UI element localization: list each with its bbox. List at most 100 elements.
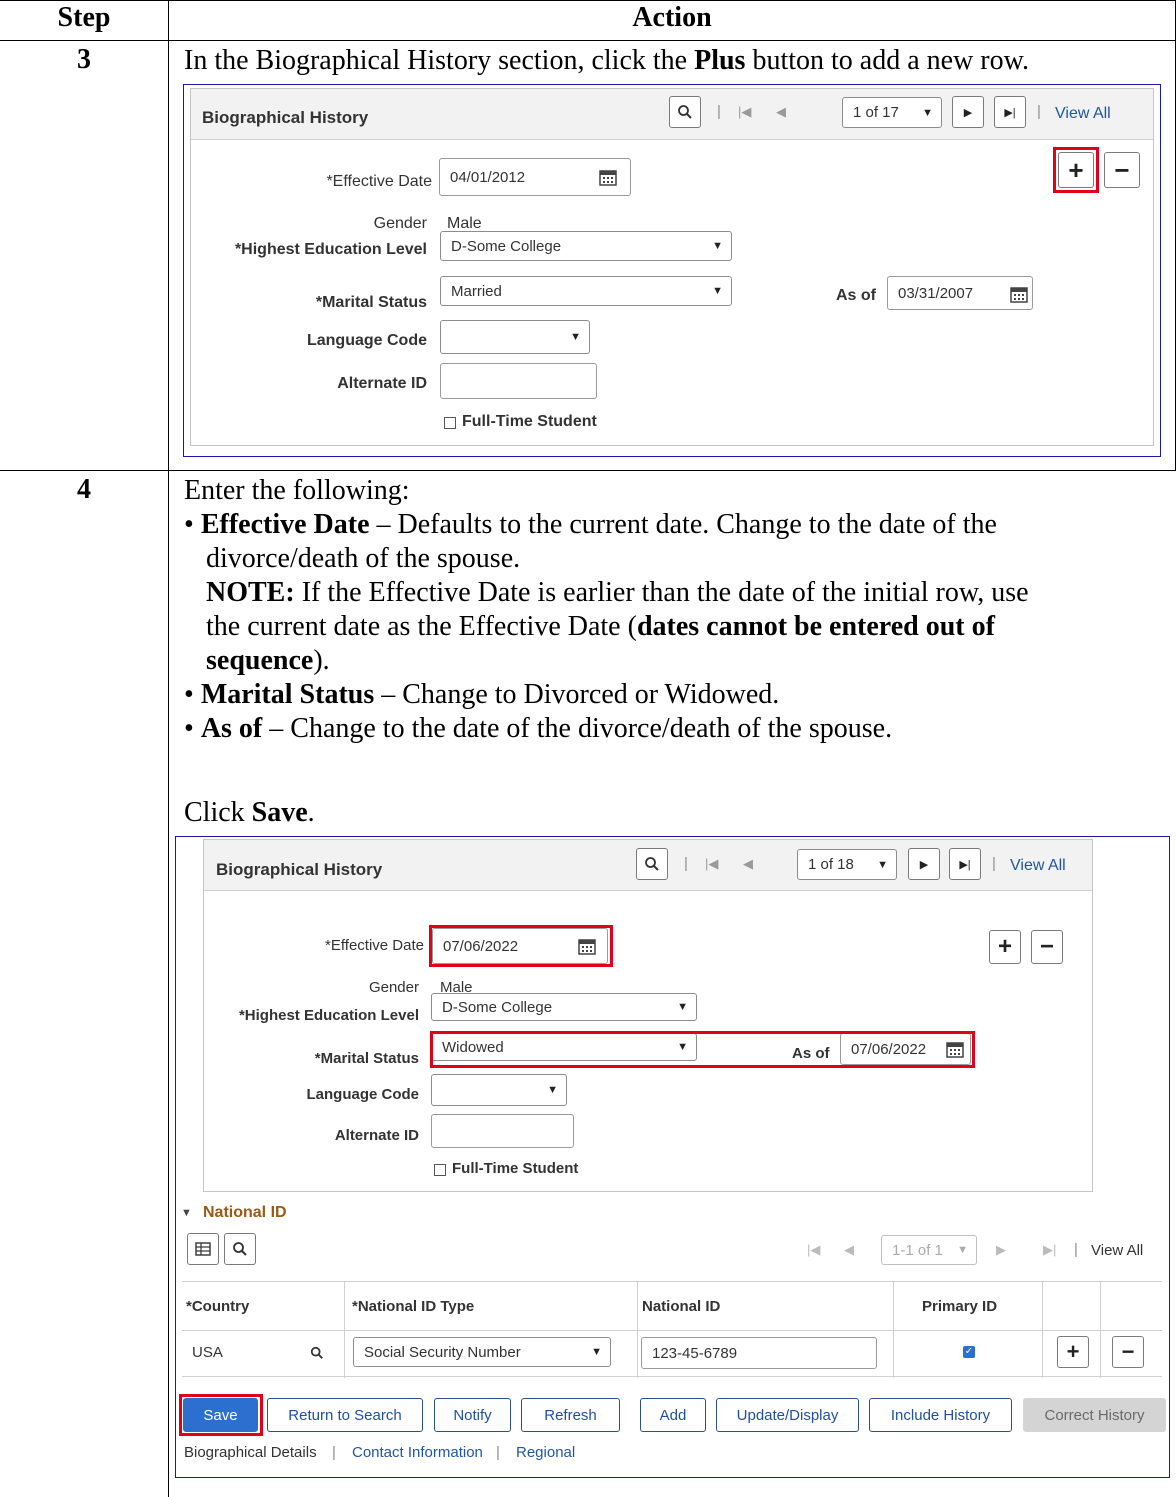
add-row-button[interactable]: + [1057,1336,1089,1368]
previous-row-icon[interactable]: ◀ [844,1242,854,1258]
full-time-student-checkbox[interactable] [434,1164,446,1176]
row-counter-select[interactable]: 1 of 17 ▼ [842,97,942,128]
alternate-id-label: Alternate ID [334,1127,419,1144]
primary-id-column-header: Primary ID [922,1298,998,1315]
nid-view-all-link[interactable]: View All [1091,1242,1143,1259]
national-id-input[interactable]: 123-45-6789 [641,1337,877,1369]
panel-title: Biographical History [216,860,383,879]
full-time-student-checkbox[interactable] [444,417,456,429]
add-row-button[interactable]: + [989,930,1021,964]
refresh-button[interactable]: Refresh [521,1398,620,1432]
separator: | [332,1444,336,1461]
language-code-label: Language Code [306,1086,419,1103]
separator: | [992,855,996,872]
last-row-icon[interactable]: ▶| [1043,1242,1056,1258]
calendar-icon[interactable] [1009,284,1029,304]
previous-row-icon[interactable]: ◀ [743,856,753,872]
step-number-3: 3 [77,44,91,75]
return-to-search-button[interactable]: Return to Search [267,1398,423,1432]
add-button[interactable]: Add [640,1398,706,1432]
as-of-label: As of [836,287,876,304]
view-all-link[interactable]: View All [1055,105,1111,123]
national-id-column-header: National ID [642,1298,721,1315]
last-row-icon[interactable]: ▶| [994,96,1026,128]
highest-education-select[interactable]: D-Some College ▼ [431,993,697,1021]
alternate-id-input[interactable] [440,363,597,399]
biographical-history-panel: Biographical History | |◀ ◀ 1 of 18 ▼ ▶ ▶… [203,839,1093,1192]
delete-row-button[interactable]: − [1031,930,1063,964]
search-icon[interactable] [636,848,668,880]
effective-date-label: *Effective Date [326,173,432,190]
first-row-icon[interactable]: |◀ [738,104,751,120]
note-line-1: NOTE: If the Effective Date is earlier t… [206,577,1029,608]
row-3-bottom-border [0,470,1176,471]
marital-as-of-highlight-box [430,1031,975,1068]
next-row-icon[interactable]: ▶ [908,848,940,880]
bullet-as-of: • As of – Change to the date of the divo… [184,713,893,744]
nid-row-counter-select[interactable]: 1-1 of 1 ▼ [881,1235,977,1265]
header-bottom-border [0,40,1176,41]
previous-row-icon[interactable]: ◀ [776,104,786,120]
national-id-section-title[interactable]: National ID [203,1204,287,1222]
biographical-history-panel: Biographical History | |◀ ◀ 1 of 17 ▼ ▶ ▶… [190,88,1154,446]
next-row-icon[interactable]: ▶ [996,1242,1006,1258]
marital-status-label: *Marital Status [315,294,427,311]
collapse-triangle-icon[interactable]: ▼ [181,1207,192,1219]
click-save-instruction: Click Save. [184,797,315,828]
table-top-border [0,0,1176,1]
country-lookup-icon[interactable] [310,1346,324,1360]
highest-education-label: *Highest Education Level [234,241,427,258]
effective-date-highlight-box [429,925,613,967]
first-row-icon[interactable]: |◀ [807,1242,820,1258]
search-icon[interactable] [224,1233,256,1265]
step-column-header: Step [57,2,111,33]
separator: | [1037,103,1041,120]
calendar-icon[interactable] [598,167,618,187]
next-row-icon[interactable]: ▶ [952,96,984,128]
last-row-icon[interactable]: ▶| [949,848,981,880]
notify-button[interactable]: Notify [434,1398,511,1432]
language-code-select[interactable]: ▼ [431,1074,567,1106]
column-divider [168,0,169,1497]
full-time-student-label: Full-Time Student [452,1160,579,1177]
note-line-2: the current date as the Effective Date (… [206,611,995,642]
effective-date-label: *Effective Date [325,937,424,954]
update-display-button[interactable]: Update/Display [716,1398,859,1432]
separator: | [717,103,721,120]
alternate-id-input[interactable] [431,1114,574,1148]
search-icon[interactable] [669,96,701,128]
separator: | [496,1444,500,1461]
include-history-button[interactable]: Include History [869,1398,1012,1432]
bullet-effective-date-cont: divorce/death of the spouse. [206,543,521,574]
action-column-header: Action [632,2,712,33]
gender-label: Gender [373,215,427,232]
language-code-select[interactable]: ▼ [440,320,590,354]
regional-link[interactable]: Regional [516,1444,575,1461]
first-row-icon[interactable]: |◀ [705,856,718,872]
gender-label: Gender [368,979,419,996]
marital-status-select[interactable]: Married ▼ [440,276,732,306]
highest-education-select[interactable]: D-Some College ▼ [440,231,732,261]
delete-row-button[interactable]: − [1112,1336,1144,1368]
biographical-history-screenshot-1: Biographical History | |◀ ◀ 1 of 17 ▼ ▶ ▶… [183,84,1161,457]
plus-highlight-box [1053,147,1099,193]
language-code-label: Language Code [306,332,427,349]
personalize-grid-icon[interactable] [187,1233,219,1265]
row-counter-select[interactable]: 1 of 18 ▼ [797,849,897,880]
step-number-4: 4 [77,474,91,505]
country-column-header: *Country [186,1298,250,1315]
delete-row-button[interactable]: − [1104,152,1140,188]
biographical-details-link[interactable]: Biographical Details [184,1444,317,1461]
contact-information-link[interactable]: Contact Information [352,1444,483,1461]
bullet-marital-status: • Marital Status – Change to Divorced or… [184,679,780,710]
country-value[interactable]: USA [192,1344,223,1361]
national-id-type-select[interactable]: Social Security Number ▼ [353,1337,611,1367]
correct-history-button[interactable]: Correct History [1023,1398,1166,1432]
alternate-id-label: Alternate ID [337,375,427,392]
separator: | [684,855,688,872]
save-highlight-box [179,1394,263,1436]
view-all-link[interactable]: View All [1010,857,1066,875]
marital-status-label: *Marital Status [314,1050,419,1067]
note-line-3: sequence). [206,645,330,676]
primary-id-checkbox[interactable]: ✓ [963,1346,975,1358]
